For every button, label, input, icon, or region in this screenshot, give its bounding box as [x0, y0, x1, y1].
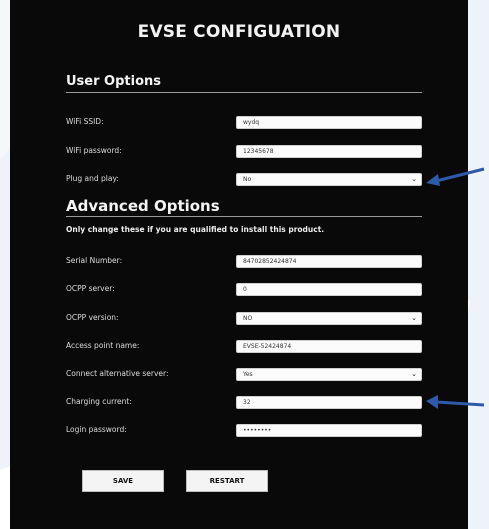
connect-alternative-server-label: Connect alternative server:: [66, 369, 169, 378]
arrow-left-icon: [426, 167, 485, 186]
ocpp-server-input[interactable]: 0: [236, 283, 422, 296]
ocpp-version-value: NO: [243, 315, 253, 322]
access-point-name-label: Access point name:: [66, 341, 140, 350]
restart-button[interactable]: RESTART: [186, 470, 268, 492]
connect-alternative-server-value: Yes: [243, 371, 253, 378]
advanced-warning-note: Only change these if you are qualified t…: [66, 225, 325, 234]
wifi-ssid-value: wydq: [243, 119, 260, 126]
plug-and-play-label: Plug and play:: [66, 174, 119, 183]
login-password-value: ••••••••: [243, 427, 272, 434]
chevron-down-icon: ⌄: [411, 370, 417, 378]
page-title: EVSE CONFIGUATION: [137, 22, 341, 42]
section-divider: [66, 216, 422, 217]
user-options-heading: User Options: [66, 74, 161, 89]
login-password-input[interactable]: ••••••••: [236, 424, 422, 437]
chevron-down-icon: ⌄: [411, 314, 417, 322]
wifi-ssid-label: WiFi SSID:: [66, 117, 104, 126]
ocpp-version-select[interactable]: NO ⌄: [236, 312, 422, 325]
access-point-name-input[interactable]: EVSE-52424874: [236, 340, 422, 353]
plug-and-play-select[interactable]: No ⌄: [236, 173, 422, 186]
ocpp-server-label: OCPP server:: [66, 284, 115, 293]
serial-number-input[interactable]: 84702852424874: [236, 255, 422, 268]
ocpp-server-value: 0: [243, 286, 247, 293]
arrow-left-icon: [426, 395, 485, 409]
access-point-name-value: EVSE-52424874: [243, 343, 292, 350]
login-password-label: Login password:: [66, 425, 127, 434]
plug-and-play-value: No: [243, 176, 252, 183]
serial-number-value: 84702852424874: [243, 258, 297, 265]
wifi-ssid-input[interactable]: wydq: [236, 116, 422, 129]
charging-current-input[interactable]: 32: [236, 396, 422, 409]
chevron-down-icon: ⌄: [411, 175, 417, 183]
save-button[interactable]: SAVE: [82, 470, 164, 492]
wifi-password-label: WiFi password:: [66, 146, 122, 155]
charging-current-label: Charging current:: [66, 397, 132, 406]
wifi-password-input[interactable]: 12345678: [236, 145, 422, 158]
serial-number-label: Serial Number:: [66, 256, 123, 265]
advanced-options-heading: Advanced Options: [66, 197, 220, 215]
section-divider: [66, 92, 422, 93]
connect-alternative-server-select[interactable]: Yes ⌄: [236, 368, 422, 381]
charging-current-value: 32: [243, 399, 251, 406]
ocpp-version-label: OCPP version:: [66, 313, 119, 322]
wifi-password-value: 12345678: [243, 148, 274, 155]
